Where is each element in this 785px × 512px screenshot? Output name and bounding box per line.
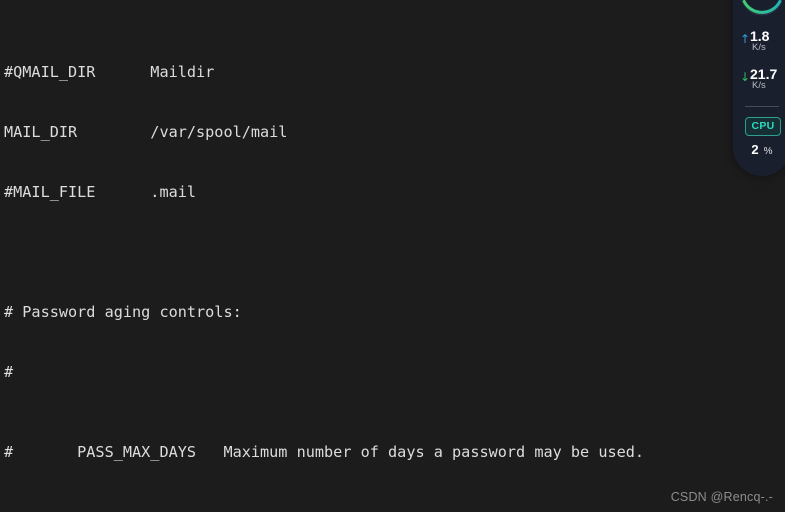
line-text: # PASS_MAX_DAYS Maximum number of days a…: [4, 443, 645, 461]
cpu-usage-value: 2%: [733, 142, 785, 157]
terminal-line: #: [4, 362, 785, 382]
widget-divider: [745, 106, 779, 107]
line-text: MAIL_DIR /var/spool/mail: [4, 123, 288, 141]
line-text: #MAIL_FILE .mail: [4, 183, 197, 201]
screen-root: #QMAIL_DIR Maildir MAIL_DIR /var/spool/m…: [0, 0, 785, 512]
terminal-line: # PASS_MAX_DAYS Maximum number of days a…: [4, 442, 785, 462]
download-speed-unit: K/s: [752, 80, 766, 91]
terminal-text-area[interactable]: #QMAIL_DIR Maildir MAIL_DIR /var/spool/m…: [0, 0, 785, 512]
line-text: #QMAIL_DIR Maildir: [4, 63, 215, 81]
line-text: # Password aging controls:: [4, 303, 242, 321]
line-text: #: [4, 363, 14, 381]
cpu-unit: %: [763, 146, 773, 157]
cpu-badge: CPU: [745, 117, 781, 136]
network-download-row: ↓ 21.7 K/s: [733, 66, 785, 98]
terminal-line: MAIL_DIR /var/spool/mail: [4, 122, 785, 142]
watermark-text: CSDN @Rencq-.-: [670, 490, 773, 504]
arrow-up-icon: ↑: [740, 32, 751, 46]
terminal-line: #MAIL_FILE .mail: [4, 182, 785, 202]
cpu-number: 2: [751, 142, 759, 157]
upload-speed-unit: K/s: [752, 42, 766, 53]
gauge-arc-icon: [741, 0, 783, 16]
terminal-line: #QMAIL_DIR Maildir: [4, 62, 785, 82]
terminal-line: # Password aging controls:: [4, 302, 785, 322]
memory-gauge: 54%: [738, 0, 785, 18]
network-upload-row: ↑ 1.8 K/s: [733, 28, 785, 60]
arrow-down-icon: ↓: [740, 70, 751, 84]
system-monitor-widget[interactable]: 54% ↑ 1.8 K/s ↓ 21.7 K/s CPU 2%: [733, 0, 785, 176]
